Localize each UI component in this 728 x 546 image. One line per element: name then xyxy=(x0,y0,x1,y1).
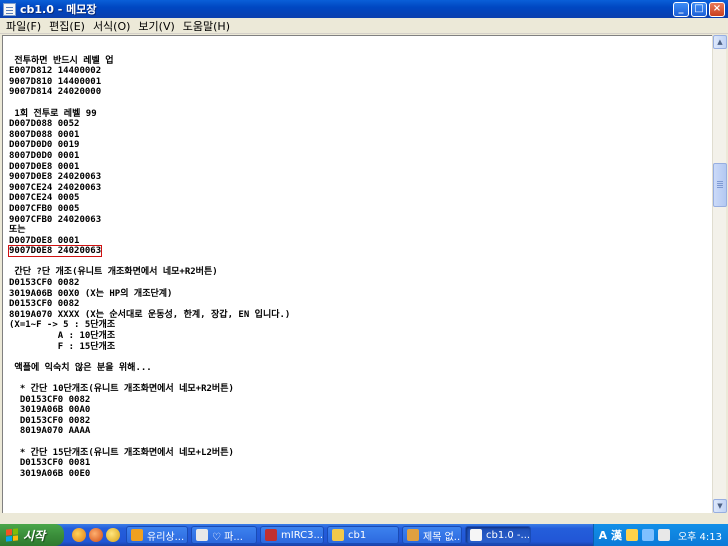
scroll-up-button[interactable]: ▲ xyxy=(713,35,727,49)
text-line: F : 15단개조 xyxy=(9,341,116,352)
text-line xyxy=(9,437,290,448)
taskbar-button-label: cb1 xyxy=(348,529,367,541)
text-line: 3019A06B 00X0 (X는 HP의 개조단계) xyxy=(9,288,173,299)
text-line: 1회 전투로 레벨 99 xyxy=(9,108,97,119)
ime-indicator[interactable]: A 漢 xyxy=(599,527,622,543)
text-line: D0153CF0 0082 xyxy=(9,299,80,310)
document-text[interactable]: 전투하면 반드시 레벨 업 E007D812 14400002 9007D810 1… xyxy=(7,45,291,479)
text-line: 9007CFB0 24020063 xyxy=(9,214,102,225)
messenger-icon[interactable] xyxy=(106,528,120,542)
taskbar-button-label: cb1.0 -... xyxy=(486,529,531,541)
notepad-icon xyxy=(3,2,16,16)
text-line: D0153CF0 0082 xyxy=(9,415,91,426)
app-icon xyxy=(196,529,208,541)
minimize-button[interactable]: _ xyxy=(673,1,689,17)
text-line: D007CFB0 0005 xyxy=(9,203,80,214)
text-line: 액플에 익숙치 않은 분을 위해... xyxy=(9,362,152,373)
window-title: cb1.0 - 메모장 xyxy=(20,3,97,16)
volume-icon[interactable] xyxy=(657,529,670,541)
network-icon[interactable] xyxy=(641,529,654,541)
text-line: D007D0E8 0001 xyxy=(9,161,80,172)
menu-help[interactable]: 도움말(H) xyxy=(179,18,234,34)
text-line xyxy=(9,373,290,384)
text-line: 9007D0E8 24020063 xyxy=(7,245,290,258)
text-line: * 간단 10단개조(유니트 개조화면에서 네모+R2버튼) xyxy=(9,384,234,394)
text-line: 8019A070 XXXX (X는 순서대로 운동성, 한계, 장갑, EN 입… xyxy=(9,309,291,320)
taskbar-button-label: ♡ 파... xyxy=(212,531,243,543)
taskbar-button-label: mIRC3... xyxy=(281,529,324,541)
menu-edit[interactable]: 편집(E) xyxy=(45,18,89,34)
taskbar-button[interactable]: cb1.0 -... xyxy=(465,526,531,544)
app-icon xyxy=(470,529,482,541)
start-label: 시작 xyxy=(23,528,46,543)
media-icon[interactable] xyxy=(89,528,103,542)
vertical-scrollbar[interactable]: ▲ ▼ xyxy=(712,35,727,513)
app-icon xyxy=(332,529,344,541)
text-line xyxy=(9,352,290,363)
menu-view[interactable]: 보기(V) xyxy=(134,18,178,34)
ime-settings-icon[interactable] xyxy=(625,529,638,541)
maximize-button[interactable]: □ xyxy=(691,1,707,17)
browser-icon[interactable] xyxy=(72,528,86,542)
text-line: D007D088 0052 xyxy=(9,119,80,130)
text-line: D007D0D0 0019 xyxy=(9,140,80,151)
text-line: 3019A06B 00E0 xyxy=(9,468,91,479)
menu-format[interactable]: 서식(O) xyxy=(89,18,134,34)
text-line: D0153CF0 0081 xyxy=(9,458,91,469)
text-line: 9007D814 24020000 xyxy=(9,87,102,98)
taskbar: 시작 유리상... ♡ 파... mIRC3... cb1 제목 없... cb1.0 -… xyxy=(0,524,728,546)
taskbar-button-label: 유리상... xyxy=(147,531,185,543)
highlighted-code: 9007D0E8 24020063 xyxy=(7,245,103,258)
text-line: 9007CE24 24020063 xyxy=(9,182,102,193)
close-button[interactable]: × xyxy=(709,1,725,17)
taskbar-button-label: 제목 없... xyxy=(423,531,462,543)
taskbar-button[interactable]: ♡ 파... xyxy=(191,526,257,544)
text-line: 8019A070 AAAA xyxy=(9,426,91,437)
quick-launch xyxy=(72,528,120,542)
taskbar-button[interactable]: 제목 없... xyxy=(402,526,462,544)
task-list: 유리상... ♡ 파... mIRC3... cb1 제목 없... cb1.0 -... xyxy=(126,526,534,544)
system-tray: A 漢 오후 4:13 xyxy=(592,524,728,546)
menu-bar: 파일(F) 편집(E) 서식(O) 보기(V) 도움말(H) xyxy=(0,18,728,34)
text-line: E007D812 14400002 xyxy=(9,66,102,77)
text-line: 8007D088 0001 xyxy=(9,129,80,140)
text-line: 3019A06B 00A0 xyxy=(9,405,91,416)
app-icon xyxy=(265,529,277,541)
scroll-down-button[interactable]: ▼ xyxy=(713,499,727,513)
text-line: 또는 xyxy=(9,225,26,236)
text-line: 간단 ?단 개조(유니트 개조화면에서 네모+R2버튼) xyxy=(9,267,218,278)
clock: 오후 4:13 xyxy=(677,531,722,543)
text-line xyxy=(9,257,290,268)
text-line: 9007D0E8 24020063 xyxy=(9,172,102,183)
app-icon xyxy=(407,529,419,541)
text-line: 9007D810 14400001 xyxy=(9,76,102,87)
text-line: D0153CF0 0082 xyxy=(9,394,91,405)
text-line: D0153CF0 0082 xyxy=(9,278,80,289)
text-line xyxy=(9,45,290,56)
text-line: 8007D0D0 0001 xyxy=(9,150,80,161)
text-line: A : 10단개조 xyxy=(9,331,116,342)
text-line: (X=1~F -> 5 : 5단개조 xyxy=(9,320,116,331)
text-line: D007CE24 0005 xyxy=(9,193,80,204)
start-button[interactable]: 시작 xyxy=(0,524,64,546)
menu-file[interactable]: 파일(F) xyxy=(2,18,45,34)
text-line xyxy=(9,98,290,109)
taskbar-button[interactable]: mIRC3... xyxy=(260,526,324,544)
taskbar-button[interactable]: 유리상... xyxy=(126,526,188,544)
taskbar-button[interactable]: cb1 xyxy=(327,526,399,544)
scroll-thumb[interactable] xyxy=(713,163,727,207)
text-line: 전투하면 반드시 레벨 업 xyxy=(9,55,114,66)
title-bar[interactable]: cb1.0 - 메모장 _ □ × xyxy=(0,0,728,18)
text-line: * 간단 15단개조(유니트 개조화면에서 네모+L2버튼) xyxy=(9,447,234,458)
windows-logo-icon xyxy=(6,528,18,542)
app-icon xyxy=(131,529,143,541)
text-line: D007D0E8 0001 xyxy=(9,235,80,246)
window-controls: _ □ × xyxy=(673,1,725,17)
text-editor[interactable]: 전투하면 반드시 레벨 업 E007D812 14400002 9007D810 1… xyxy=(2,35,714,513)
